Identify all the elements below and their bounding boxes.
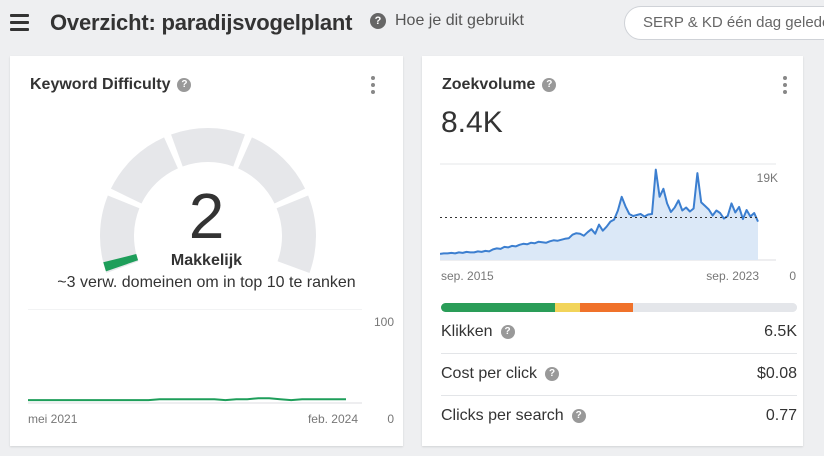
- sv-card-title: Zoekvolume ?: [442, 76, 557, 94]
- kd-value: 2: [188, 180, 225, 252]
- sv-x-start-label: sep. 2015: [441, 269, 494, 283]
- metric-label-text: Clicks per search: [441, 407, 564, 424]
- intent-bar-segment: [633, 303, 797, 312]
- metric-row: Clicks per search ? 0.77: [441, 396, 797, 438]
- kd-history-chart: 100 0 mei 2021 feb. 2024: [28, 309, 394, 426]
- intent-bar-segment: [579, 303, 634, 312]
- metric-label: Clicks per search ?: [441, 407, 586, 425]
- sv-value: 8.4K: [441, 106, 503, 139]
- kd-card-title: Keyword Difficulty ?: [30, 76, 192, 94]
- help-link[interactable]: ? Hoe je dit gebruikt: [370, 12, 524, 30]
- metric-label-text: Klikken: [441, 323, 493, 340]
- sv-more-options-icon[interactable]: [782, 76, 788, 94]
- intent-bar-segment: [441, 303, 555, 312]
- kd-series-line: [28, 397, 346, 402]
- metric-label: Cost per click ?: [441, 365, 560, 383]
- sv-series-area: [440, 169, 758, 260]
- help-icon: ?: [370, 13, 386, 29]
- kd-y-min-label: 0: [387, 412, 394, 426]
- top-bar: Overzicht: paradijsvogelplant ? Hoe je d…: [0, 0, 824, 46]
- metric-help-icon[interactable]: ?: [571, 409, 586, 423]
- search-volume-card: Zoekvolume ? 8.4K 19K 0 sep. 2015 sep. 2…: [422, 56, 803, 446]
- kd-more-options-icon[interactable]: [370, 76, 376, 94]
- metric-value: $0.08: [756, 365, 797, 382]
- metric-help-icon[interactable]: ?: [500, 325, 515, 339]
- kd-y-max-label: 100: [374, 315, 394, 329]
- sv-y-min-label: 0: [789, 269, 796, 283]
- kd-difficulty-label: Makkelijk: [170, 252, 243, 269]
- metric-label-text: Cost per click: [441, 365, 538, 382]
- gauge-segment: [171, 128, 245, 167]
- metric-value: 0.77: [765, 407, 797, 424]
- sv-x-end-label: sep. 2023: [706, 269, 759, 283]
- metric-value: 6.5K: [764, 323, 797, 340]
- menu-icon[interactable]: [10, 14, 29, 31]
- kd-title-label: Keyword Difficulty: [30, 76, 171, 93]
- sv-y-max-label: 19K: [757, 171, 778, 185]
- help-link-label: Hoe je dit gebruikt: [395, 12, 524, 29]
- metric-row: Cost per click ? $0.08: [441, 354, 797, 396]
- sv-help-icon[interactable]: ?: [542, 78, 557, 92]
- kd-x-end-label: feb. 2024: [308, 412, 358, 426]
- sv-title-label: Zoekvolume: [442, 76, 536, 93]
- serp-update-button[interactable]: SERP & KD één dag geleden bijgewerkt: [624, 6, 824, 40]
- metric-label: Klikken ?: [441, 323, 515, 341]
- metric-help-icon[interactable]: ?: [545, 367, 560, 381]
- kd-x-start-label: mei 2021: [28, 412, 78, 426]
- intent-bar-segment: [554, 303, 580, 312]
- kd-help-icon[interactable]: ?: [177, 78, 192, 92]
- sv-history-chart: 19K 0 sep. 2015 sep. 2023: [440, 163, 796, 283]
- intent-distribution-bar: [441, 303, 797, 312]
- keyword-difficulty-card: Keyword Difficulty ? 2 Makkelijk ~3 verw…: [10, 56, 403, 446]
- page-title: Overzicht: paradijsvogelplant: [50, 10, 353, 35]
- kd-description: ~3 verw. domeinen om in top 10 te ranken: [57, 274, 356, 291]
- metric-row: Klikken ? 6.5K: [441, 312, 797, 354]
